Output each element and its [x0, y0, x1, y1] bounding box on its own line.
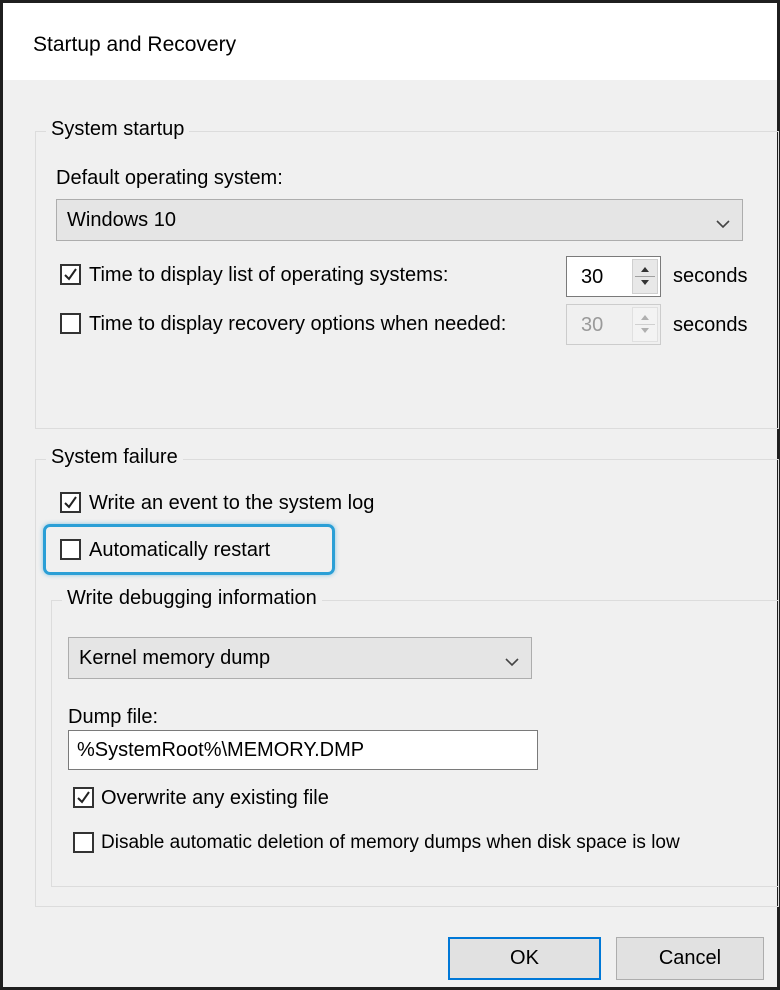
default-os-value: Windows 10 [67, 209, 176, 231]
debug-type-value: Kernel memory dump [79, 647, 271, 669]
display-recovery-seconds-spinner[interactable]: 30 [566, 304, 661, 345]
display-list-checkbox[interactable] [60, 264, 81, 285]
dump-file-value: %SystemRoot%\MEMORY.DMP [77, 739, 365, 761]
display-list-unit: seconds [673, 265, 748, 287]
dump-file-input[interactable]: %SystemRoot%\MEMORY.DMP [68, 730, 538, 770]
auto-restart-label: Automatically restart [89, 539, 271, 561]
disable-auto-delete-label: Disable automatic deletion of memory dum… [101, 832, 680, 853]
display-recovery-unit: seconds [673, 314, 748, 336]
spin-arrows-icon[interactable] [632, 259, 658, 294]
overwrite-checkbox[interactable] [73, 787, 94, 808]
startup-recovery-dialog: Startup and Recovery System startup Defa… [0, 0, 780, 990]
debug-type-dropdown[interactable]: Kernel memory dump [68, 637, 532, 679]
cancel-button[interactable]: Cancel [616, 937, 764, 980]
display-list-label: Time to display list of operating system… [89, 264, 449, 286]
system-failure-legend: System failure [46, 446, 183, 469]
check-icon [77, 791, 90, 804]
auto-restart-checkbox[interactable] [60, 539, 81, 560]
check-icon [64, 496, 77, 509]
disable-auto-delete-checkbox[interactable] [73, 832, 94, 853]
spin-arrows-icon[interactable] [632, 307, 658, 342]
display-recovery-seconds-value: 30 [581, 314, 604, 336]
chevron-down-icon [505, 650, 519, 667]
title-bar: Startup and Recovery [3, 3, 777, 80]
system-startup-legend: System startup [46, 118, 190, 141]
overwrite-label: Overwrite any existing file [101, 787, 329, 809]
default-os-dropdown[interactable]: Windows 10 [56, 199, 743, 241]
dialog-title: Startup and Recovery [33, 33, 237, 56]
ok-button[interactable]: OK [448, 937, 601, 980]
write-event-checkbox[interactable] [60, 492, 81, 513]
chevron-down-icon [716, 212, 730, 229]
display-list-seconds-spinner[interactable]: 30 [566, 256, 661, 297]
display-list-seconds-value: 30 [581, 266, 604, 288]
write-event-label: Write an event to the system log [89, 492, 375, 514]
default-os-label: Default operating system: [56, 167, 283, 189]
display-recovery-checkbox[interactable] [60, 313, 81, 334]
check-icon [64, 268, 77, 281]
debugging-legend: Write debugging information [62, 587, 322, 610]
dump-file-label: Dump file: [68, 706, 159, 728]
display-recovery-label: Time to display recovery options when ne… [89, 313, 507, 335]
